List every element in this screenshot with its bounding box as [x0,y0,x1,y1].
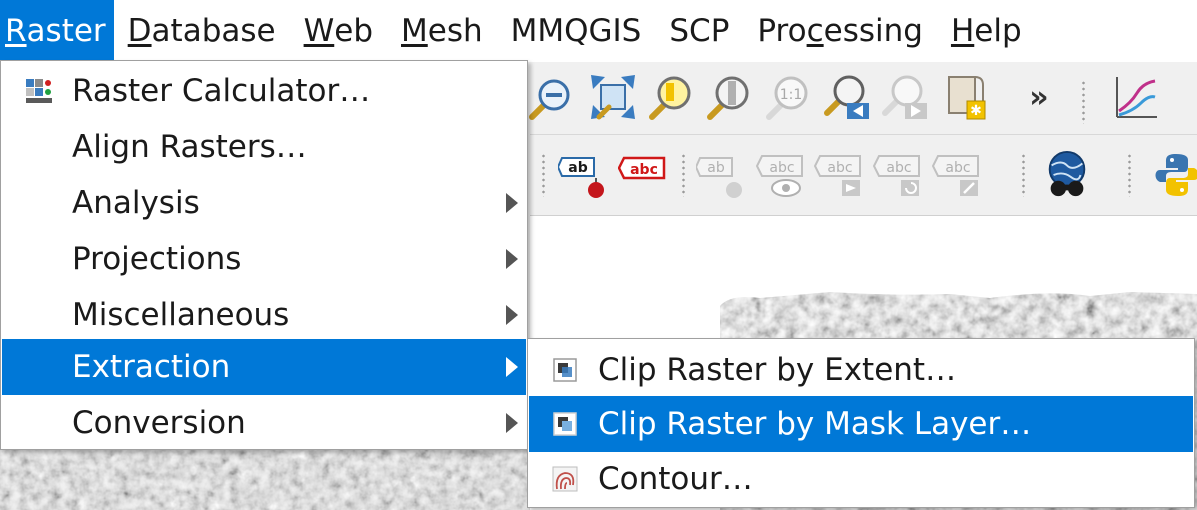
label-toolbar: ab abc ab abc abc abc abc [530,135,1197,216]
clip-extent-icon [551,356,579,384]
label-rotate-text: abc [886,160,911,176]
label-show-hide-icon[interactable]: abc [756,150,806,200]
menu-item-miscellaneous[interactable]: Miscellaneous [2,287,526,343]
clip-mask-icon [551,410,579,438]
menu-item-clip-raster-by-mask-layer-label: Clip Raster by Mask Layer… [598,406,1032,442]
menu-item-extraction-label: Extraction [72,349,231,385]
toolbar-separator [1082,80,1085,124]
menubar: Raster Database Web Mesh MMQGIS SCP Pro c… [0,0,1197,62]
toolbar-separator [1022,153,1025,197]
label-move-icon[interactable]: abc [814,150,864,200]
zoom-next-icon[interactable] [880,72,930,122]
menu-item-projections[interactable]: Projections [2,231,526,287]
menu-help-accel: H [950,13,975,49]
raster-calculator-icon [24,77,54,105]
menu-item-analysis-label: Analysis [72,185,200,221]
label-change-text: abc [945,160,970,176]
zoom-to-selection-icon[interactable] [645,72,695,122]
zoom-native-text: 1:1 [780,87,803,103]
menu-help-label: elp [974,13,1022,49]
label-highlight-text: abc [630,162,658,178]
menu-scp-label: SCP [669,13,730,49]
zoom-native-icon[interactable]: 1:1 [762,72,812,122]
label-pin-disabled-icon[interactable]: ab [696,150,746,200]
submenu-arrow-icon [506,413,518,433]
menu-item-miscellaneous-label: Miscellaneous [72,297,290,333]
map-canvas-strip [0,450,530,510]
menu-database-accel: D [127,13,152,49]
more-tools-text: » [1029,79,1049,115]
menu-mesh[interactable]: Mesh [387,0,497,62]
menu-item-clip-raster-by-extent[interactable]: Clip Raster by Extent… [529,342,1193,398]
zoom-out-icon[interactable] [525,72,575,122]
menu-database[interactable]: Database [114,0,290,62]
menu-item-contour-label: Contour… [598,461,753,497]
menu-item-analysis[interactable]: Analysis [2,175,526,231]
menu-web[interactable]: Web [290,0,387,62]
raster-menu-dropdown: Raster Calculator… Align Rasters… Analys… [0,60,528,450]
label-show-hide-text: abc [769,160,794,176]
menu-item-raster-calculator-label: Raster Calculator… [72,73,371,109]
menu-processing-accel: c [806,13,824,49]
menu-item-align-rasters[interactable]: Align Rasters… [2,119,526,175]
label-pin-icon[interactable]: ab [558,150,608,200]
extraction-submenu: Clip Raster by Extent… Clip Raster by Ma… [527,338,1195,508]
label-move-text: abc [827,160,852,176]
menu-web-label: eb [334,13,373,49]
label-pin-disabled-text: ab [707,160,725,176]
toolbar-separator [682,153,685,197]
label-pin-text: ab [568,160,587,176]
submenu-arrow-icon [506,193,518,213]
menu-web-accel: W [303,13,335,49]
menu-mesh-label: esh [427,13,483,49]
zoom-to-layer-icon[interactable] [703,72,753,122]
menu-processing-prefix: Pro [757,13,807,49]
globe-binoculars-icon[interactable] [1042,150,1092,200]
menu-mmqgis-label: MMQGIS [510,13,642,49]
menu-item-conversion[interactable]: Conversion [2,395,526,451]
python-icon[interactable] [1152,150,1197,200]
more-tools-icon[interactable]: » [1014,72,1064,122]
menu-mmqgis[interactable]: MMQGIS [497,0,656,62]
new-map-view-icon[interactable]: ✱ [940,72,990,122]
submenu-arrow-icon [506,249,518,269]
menu-scp[interactable]: SCP [655,0,743,62]
menu-help[interactable]: Help [937,0,1036,62]
submenu-arrow-icon [506,305,518,325]
contour-icon [551,465,579,493]
menu-item-align-rasters-label: Align Rasters… [72,129,307,165]
label-highlight-icon[interactable]: abc [618,150,668,200]
raster-strip-render [0,450,530,510]
toolbar-separator [1128,153,1131,197]
menu-mesh-accel: M [401,13,428,49]
menu-raster[interactable]: Raster [0,0,114,62]
label-change-icon[interactable]: abc [932,150,982,200]
profile-tool-icon[interactable] [1110,72,1160,122]
menu-raster-accel: R [5,13,27,49]
menu-raster-label: aster [26,13,106,49]
menu-database-label: atabase [151,13,276,49]
menu-item-projections-label: Projections [72,241,242,277]
menu-item-extraction[interactable]: Extraction [2,339,526,395]
menu-item-contour[interactable]: Contour… [529,451,1193,507]
label-rotate-icon[interactable]: abc [873,150,923,200]
menu-item-raster-calculator[interactable]: Raster Calculator… [2,63,526,119]
menu-item-clip-raster-by-mask-layer[interactable]: Clip Raster by Mask Layer… [529,396,1193,452]
map-navigation-toolbar: 1:1 ✱ » [529,62,1197,135]
submenu-arrow-icon [506,357,518,377]
menu-item-conversion-label: Conversion [72,405,246,441]
zoom-full-icon[interactable] [588,72,638,122]
menu-processing-label: essing [823,13,923,49]
menu-processing[interactable]: Pro c essing [743,0,937,62]
toolbar-separator [542,153,545,197]
menu-item-clip-raster-by-extent-label: Clip Raster by Extent… [598,352,957,388]
zoom-last-icon[interactable] [822,72,872,122]
svg-text:✱: ✱ [970,103,982,119]
